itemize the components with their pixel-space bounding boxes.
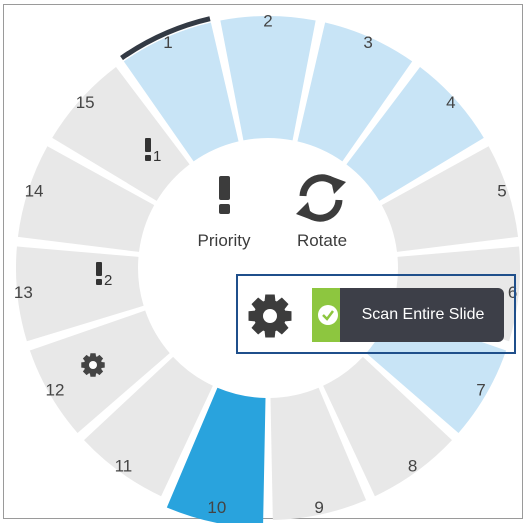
priority-button[interactable]: Priority (198, 176, 251, 250)
slot-number: 9 (314, 498, 323, 517)
slot-number: 5 (497, 181, 506, 200)
rotate-label: Rotate (297, 231, 347, 250)
slot-number: 13 (14, 283, 33, 302)
gear-icon (81, 353, 105, 377)
slot-number: 8 (408, 457, 417, 476)
slot-2[interactable] (220, 16, 316, 141)
slot-number: 2 (263, 11, 272, 30)
slot-number: 4 (446, 93, 455, 112)
priority-number: 1 (153, 148, 161, 165)
slot-number: 3 (363, 33, 372, 52)
gear-icon[interactable] (246, 292, 294, 340)
slot-number: 14 (25, 181, 44, 200)
slot-number: 11 (115, 457, 133, 476)
priority-number: 2 (104, 272, 112, 289)
exclamation-icon (145, 138, 151, 161)
scan-entire-slide-button[interactable]: Scan Entire Slide (312, 288, 504, 342)
exclamation-icon (96, 262, 102, 285)
rotate-button[interactable]: Rotate (296, 174, 347, 250)
slot-number: 15 (76, 93, 95, 112)
slot-number: 12 (45, 380, 64, 399)
scan-entire-slide-label: Scan Entire Slide (361, 306, 485, 323)
slot-number: 10 (207, 498, 226, 517)
slide-carousel: 123456789101112131415 Priority Rotate 1 … (14, 11, 520, 523)
check-circle-icon (318, 305, 338, 325)
exclamation-icon (219, 176, 230, 214)
slot-number: 7 (476, 380, 485, 399)
rotate-arrows-icon (296, 174, 346, 222)
priority-label: Priority (198, 231, 251, 250)
slot-number: 1 (163, 33, 172, 52)
scan-options-popup: Scan Entire Slide (236, 274, 516, 354)
